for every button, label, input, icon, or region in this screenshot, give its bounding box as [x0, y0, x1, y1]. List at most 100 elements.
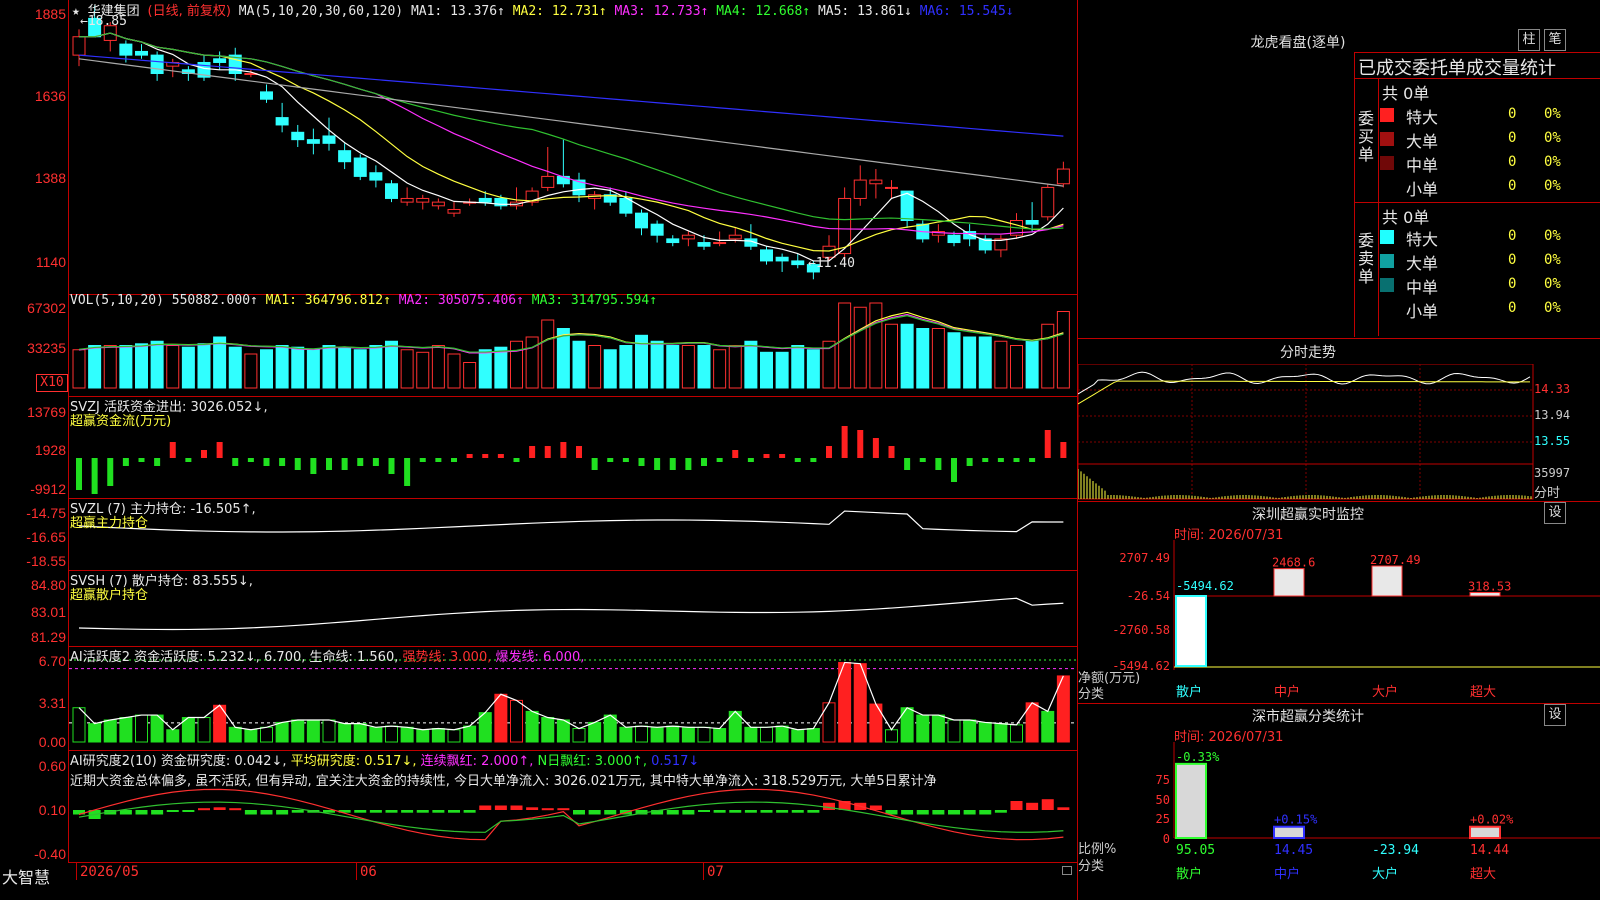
- volume-bar: [916, 328, 930, 389]
- volume-bar: [385, 340, 398, 389]
- fenshi-chart[interactable]: [1078, 364, 1534, 500]
- main-chart-area: ★ 华建集团 (日线, 前复权) MA(5,10,20,30,60,120) M…: [0, 0, 1078, 900]
- svsh-subtitle: 超赢散户持仓: [70, 588, 149, 603]
- fund-flow-bar: [404, 458, 411, 486]
- research-bar: [448, 810, 460, 813]
- kline-chart[interactable]: [69, 0, 1077, 294]
- volume-bar: [400, 349, 414, 389]
- candle-body: [275, 117, 289, 126]
- lock-icon[interactable]: [1062, 866, 1072, 875]
- szmon-category: 中户: [1274, 684, 1300, 700]
- szmon-ytick: -26.54: [1127, 589, 1170, 603]
- fund-flow-bar: [654, 458, 661, 470]
- svzl-ytick-1: -14.75: [26, 505, 66, 521]
- fund-flow-bar: [372, 458, 379, 466]
- volume-bar: [166, 345, 180, 389]
- szmon-settings-button[interactable]: 设: [1544, 502, 1566, 524]
- order-color-swatch: [1380, 278, 1394, 292]
- szcls-ytick: 75: [1156, 773, 1170, 787]
- order-count: 0: [1508, 106, 1517, 122]
- volume-bar: [150, 340, 164, 389]
- ma6-value: MA6: 15.545↓: [919, 4, 1014, 19]
- x-axis: 大智慧 2026/05 06 07: [0, 862, 1078, 900]
- research-bar: [729, 810, 742, 813]
- research-bar: [713, 810, 726, 813]
- stroke-mode-button[interactable]: 笔: [1544, 29, 1566, 51]
- fund-flow-bar: [435, 458, 442, 462]
- activity-bar: [431, 728, 445, 743]
- szcls-ytick: 25: [1156, 812, 1170, 826]
- szcls-ytick: 50: [1156, 793, 1170, 807]
- fund-flow-bar: [247, 458, 254, 462]
- research-bar: [198, 808, 210, 811]
- activity-bar: [103, 719, 117, 743]
- research-bar: [416, 810, 429, 813]
- ai2-title: AI研究度2(10) 资金研究度: 0.042↓,: [70, 754, 287, 769]
- szcls-change-label: -0.33%: [1176, 750, 1220, 764]
- fund-flow-bar: [560, 442, 567, 458]
- volume-bar: [213, 336, 227, 389]
- vol-ytick-2: 33235: [27, 340, 66, 356]
- szcls-settings-button[interactable]: 设: [1544, 704, 1566, 726]
- activity-bar: [1041, 710, 1055, 743]
- x-label-may: 2026/05: [80, 864, 140, 880]
- volume-bar: [447, 353, 461, 389]
- vol-chart: [72, 302, 1070, 389]
- research-bar: [994, 810, 1007, 813]
- order-color-swatch: [1380, 132, 1394, 146]
- bar-mode-button[interactable]: 柱: [1518, 29, 1540, 51]
- activity-bar: [885, 729, 898, 743]
- szcls-title: 深市超赢分类统计: [1252, 709, 1364, 725]
- order-percent: 0%: [1544, 130, 1561, 146]
- fund-flow-bar: [294, 458, 301, 470]
- order-percent: 0%: [1544, 252, 1561, 268]
- volume-bar: [181, 346, 195, 389]
- fund-flow-bar: [310, 458, 317, 474]
- svzj-ytick-1: 13769: [27, 404, 66, 420]
- szcls-bar: [1469, 825, 1501, 840]
- research-bar: [1041, 799, 1054, 810]
- order-count: 0: [1508, 228, 1517, 244]
- research-bar: [510, 805, 523, 810]
- volume-bar: [431, 345, 445, 389]
- research-bar: [135, 810, 148, 815]
- szmon-category: 大户: [1372, 684, 1398, 700]
- research-bar: [276, 810, 289, 815]
- order-type-label: 小单: [1406, 180, 1439, 199]
- volume-bar: [306, 349, 320, 389]
- fenshi-avg-line: [1078, 380, 1531, 405]
- szcls-value-label: 95.05: [1176, 843, 1215, 858]
- szmon-title: 深圳超赢实时监控: [1252, 507, 1364, 523]
- vol-unit-badge[interactable]: X10: [36, 374, 68, 392]
- research-bar: [291, 810, 304, 813]
- volume-bar: [353, 349, 367, 389]
- candle-body: [666, 238, 680, 244]
- szcls-category: 超大: [1470, 867, 1496, 882]
- activity-bar: [525, 710, 539, 743]
- candle-body: [650, 223, 664, 236]
- research-bar: [573, 810, 585, 815]
- szmon-chart: 2707.49-26.54-2760.58-5494.62-5494.62散户2…: [1112, 540, 1600, 700]
- volume-bar: [572, 340, 586, 389]
- order-count: 0: [1508, 130, 1517, 146]
- ai2-avg: 平均研究度: 0.517↓,: [290, 754, 417, 769]
- candle-body: [947, 234, 961, 244]
- activity-bar: [72, 707, 86, 743]
- candle-body: [72, 36, 86, 56]
- volume-bar: [619, 345, 633, 389]
- kline-mode[interactable]: (日线, 前复权): [148, 4, 231, 19]
- sell-total: 共 0单: [1382, 208, 1430, 227]
- candle-body: [338, 150, 352, 163]
- volume-bar: [666, 345, 680, 389]
- fund-flow-bar: [997, 458, 1004, 462]
- volume-bar: [197, 343, 211, 389]
- fund-flow-bar: [607, 458, 614, 462]
- svsh-ytick-3: 81.29: [30, 629, 66, 645]
- research-bar: [432, 810, 445, 813]
- svsh-ytick-1: 84.80: [30, 577, 66, 593]
- activity-bar: [260, 726, 273, 743]
- research-bar: [369, 810, 382, 813]
- fund-flow-bar: [841, 426, 848, 458]
- ai2-ytick-3: -0.40: [34, 846, 66, 862]
- fund-flow-bar: [482, 454, 489, 458]
